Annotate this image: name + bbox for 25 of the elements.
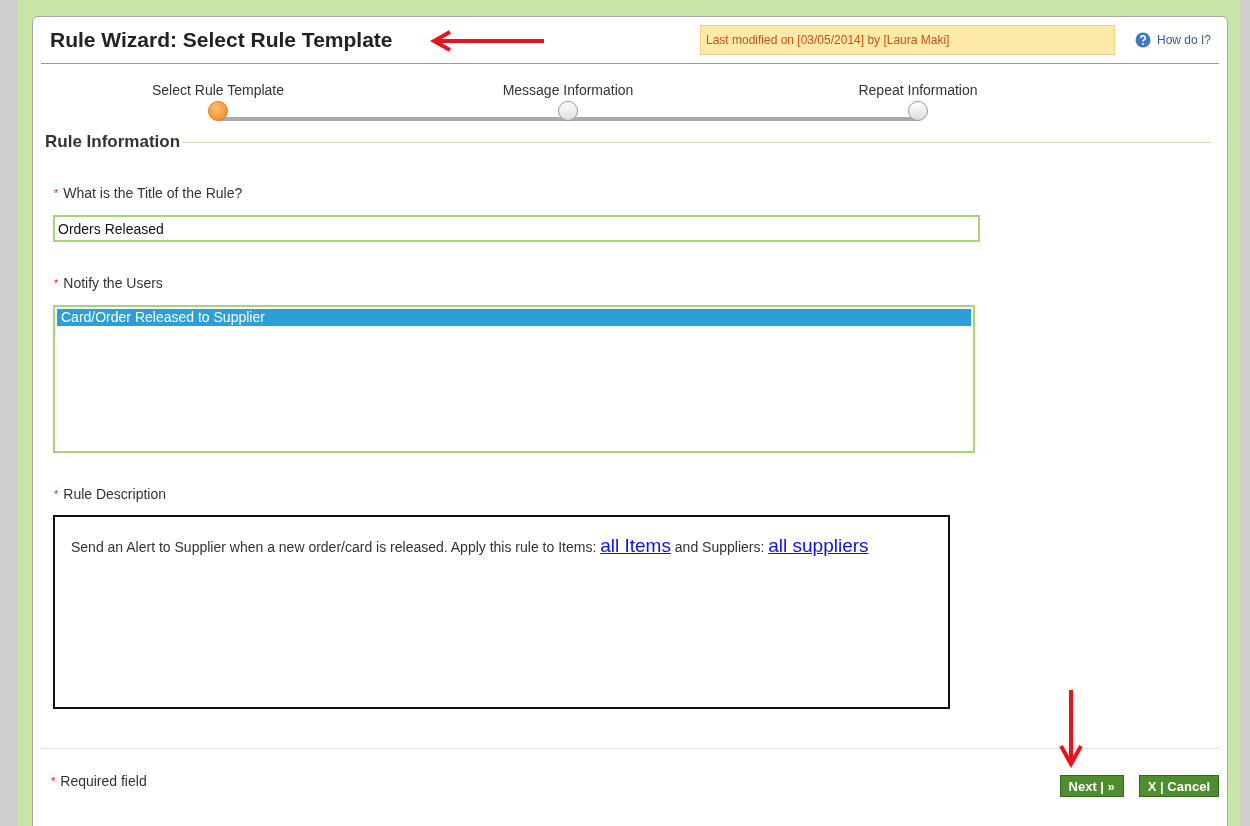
required-mark: * [54, 277, 59, 289]
window-title: Rule Wizard: Select Rule Template [50, 28, 393, 52]
required-mark: * [54, 488, 59, 500]
step-marker[interactable] [908, 101, 928, 121]
filter-link[interactable]: all Items [600, 535, 671, 556]
section-title: Rule Information [45, 132, 181, 152]
step-label: Repeat Information [858, 82, 978, 98]
cancel-button[interactable]: X | Cancel [1138, 775, 1219, 797]
filter-link[interactable]: all suppliers [768, 535, 869, 556]
input-field[interactable]: Orders Released [53, 215, 980, 242]
required-note: Required field [60, 773, 147, 789]
description-text: Send an Alert to Supplier when a new order/card is released. Apply this rule to Items: all Items and Suppliers: all suppliers [71, 534, 870, 558]
next-button[interactable]: Next | » [1059, 775, 1124, 797]
help-link[interactable]: How do I? [1156, 33, 1211, 47]
field-label: Notify the Users [63, 275, 163, 291]
step-marker[interactable] [558, 101, 578, 121]
step-label: Message Information [502, 82, 634, 98]
step-label: Select Rule Template [151, 82, 284, 98]
last-modified-notice: Last modified on [03/05/2014] by [Laura Maki] [699, 25, 1115, 55]
step-marker[interactable] [208, 101, 228, 121]
required-mark: * [54, 187, 59, 199]
required-mark: * [51, 775, 56, 787]
field-label: Rule Description [63, 486, 166, 502]
help-icon [1134, 32, 1151, 48]
field-label: What is the Title of the Rule? [63, 185, 243, 201]
